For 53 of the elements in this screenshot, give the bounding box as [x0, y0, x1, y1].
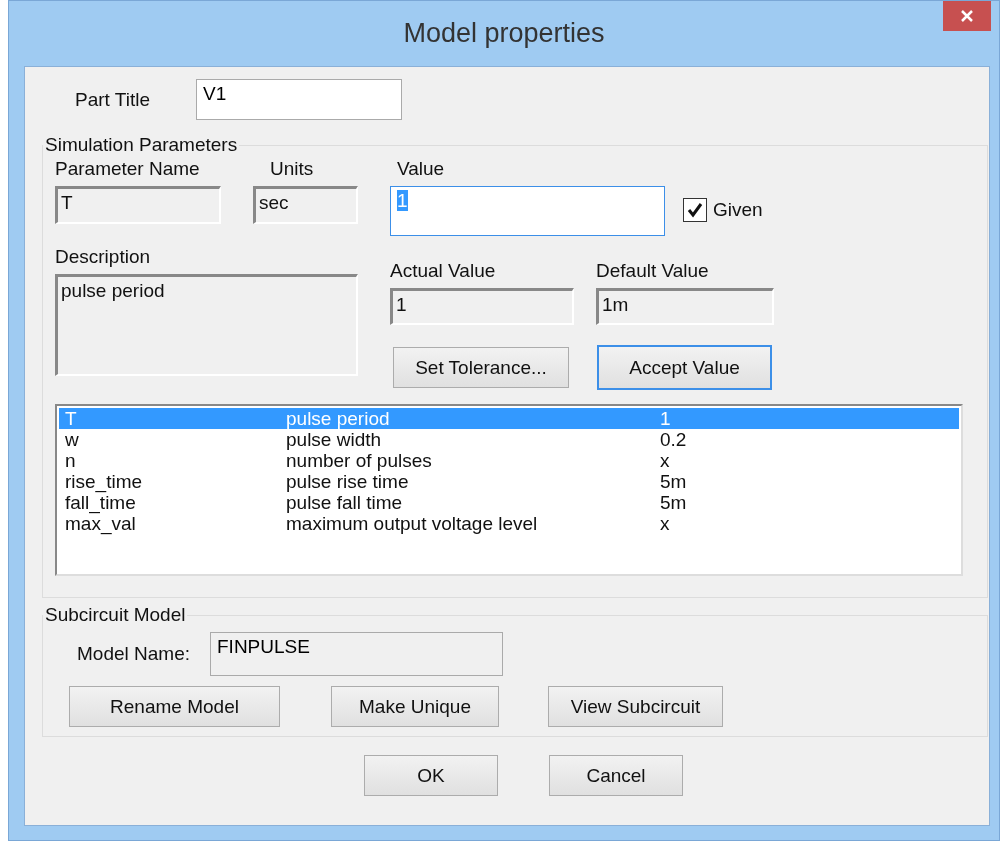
field-label: Units	[270, 158, 315, 180]
parameter-name: T	[65, 408, 78, 429]
group-title: Subcircuit Model	[44, 604, 187, 626]
close-button[interactable]	[943, 1, 991, 31]
parameter-name: w	[65, 429, 80, 450]
parameter-name: n	[65, 450, 77, 471]
parameter-name-field: T	[55, 186, 221, 224]
field-label: Actual Value	[390, 260, 497, 282]
make-unique-button[interactable]: Make Unique	[331, 686, 499, 727]
parameter-description: pulse rise time	[286, 471, 410, 492]
window-title: Model properties	[402, 18, 606, 49]
parameter-name: max_val	[65, 513, 137, 534]
parameter-description: pulse period	[286, 408, 391, 429]
list-row[interactable]: w pulse width 0.2	[59, 429, 959, 450]
actual-value-field: 1	[390, 288, 574, 325]
default-value-field: 1m	[596, 288, 774, 325]
parameter-description: pulse fall time	[286, 492, 404, 513]
parameter-value: 1	[660, 408, 672, 429]
group-title: Simulation Parameters	[44, 134, 239, 156]
parameter-value: 0.2	[660, 429, 688, 450]
parameter-value: 5m	[660, 492, 688, 513]
list-row[interactable]: max_val maximum output voltage level x	[59, 513, 959, 534]
model-name-field[interactable]: FINPULSE	[210, 632, 503, 676]
close-icon	[960, 9, 974, 23]
field-label: Value	[397, 158, 446, 180]
given-checkbox[interactable]	[683, 198, 707, 222]
list-row[interactable]: rise_time pulse rise time 5m	[59, 471, 959, 492]
parameter-description: pulse width	[286, 429, 383, 450]
description-field: pulse period	[55, 274, 358, 376]
cancel-button[interactable]: Cancel	[549, 755, 683, 796]
check-icon	[686, 201, 704, 219]
rename-model-button[interactable]: Rename Model	[69, 686, 280, 727]
field-label: Default Value	[596, 260, 710, 282]
parameter-name: fall_time	[65, 492, 136, 513]
view-subcircuit-button[interactable]: View Subcircuit	[548, 686, 723, 727]
ok-button[interactable]: OK	[364, 755, 498, 796]
list-row[interactable]: n number of pulses x	[59, 450, 959, 471]
field-label: Parameter Name	[55, 158, 201, 180]
units-field: sec	[253, 186, 358, 224]
set-tolerance-button[interactable]: Set Tolerance...	[393, 347, 569, 388]
parameter-value: x	[660, 513, 671, 534]
parameter-name: rise_time	[65, 471, 144, 492]
list-row[interactable]: fall_time pulse fall time 5m	[59, 492, 959, 513]
field-label: Description	[55, 246, 152, 268]
parameter-description: number of pulses	[286, 450, 433, 471]
part-title-field[interactable]: V1	[196, 79, 402, 120]
parameter-value: 5m	[660, 471, 688, 492]
parameter-value: x	[660, 450, 671, 471]
parameter-description: maximum output voltage level	[286, 513, 539, 534]
accept-value-button[interactable]: Accept Value	[597, 345, 772, 390]
model-name-label: Model Name:	[77, 643, 190, 665]
checkbox-label: Given	[713, 199, 763, 221]
part-title-label: Part Title	[75, 88, 150, 111]
